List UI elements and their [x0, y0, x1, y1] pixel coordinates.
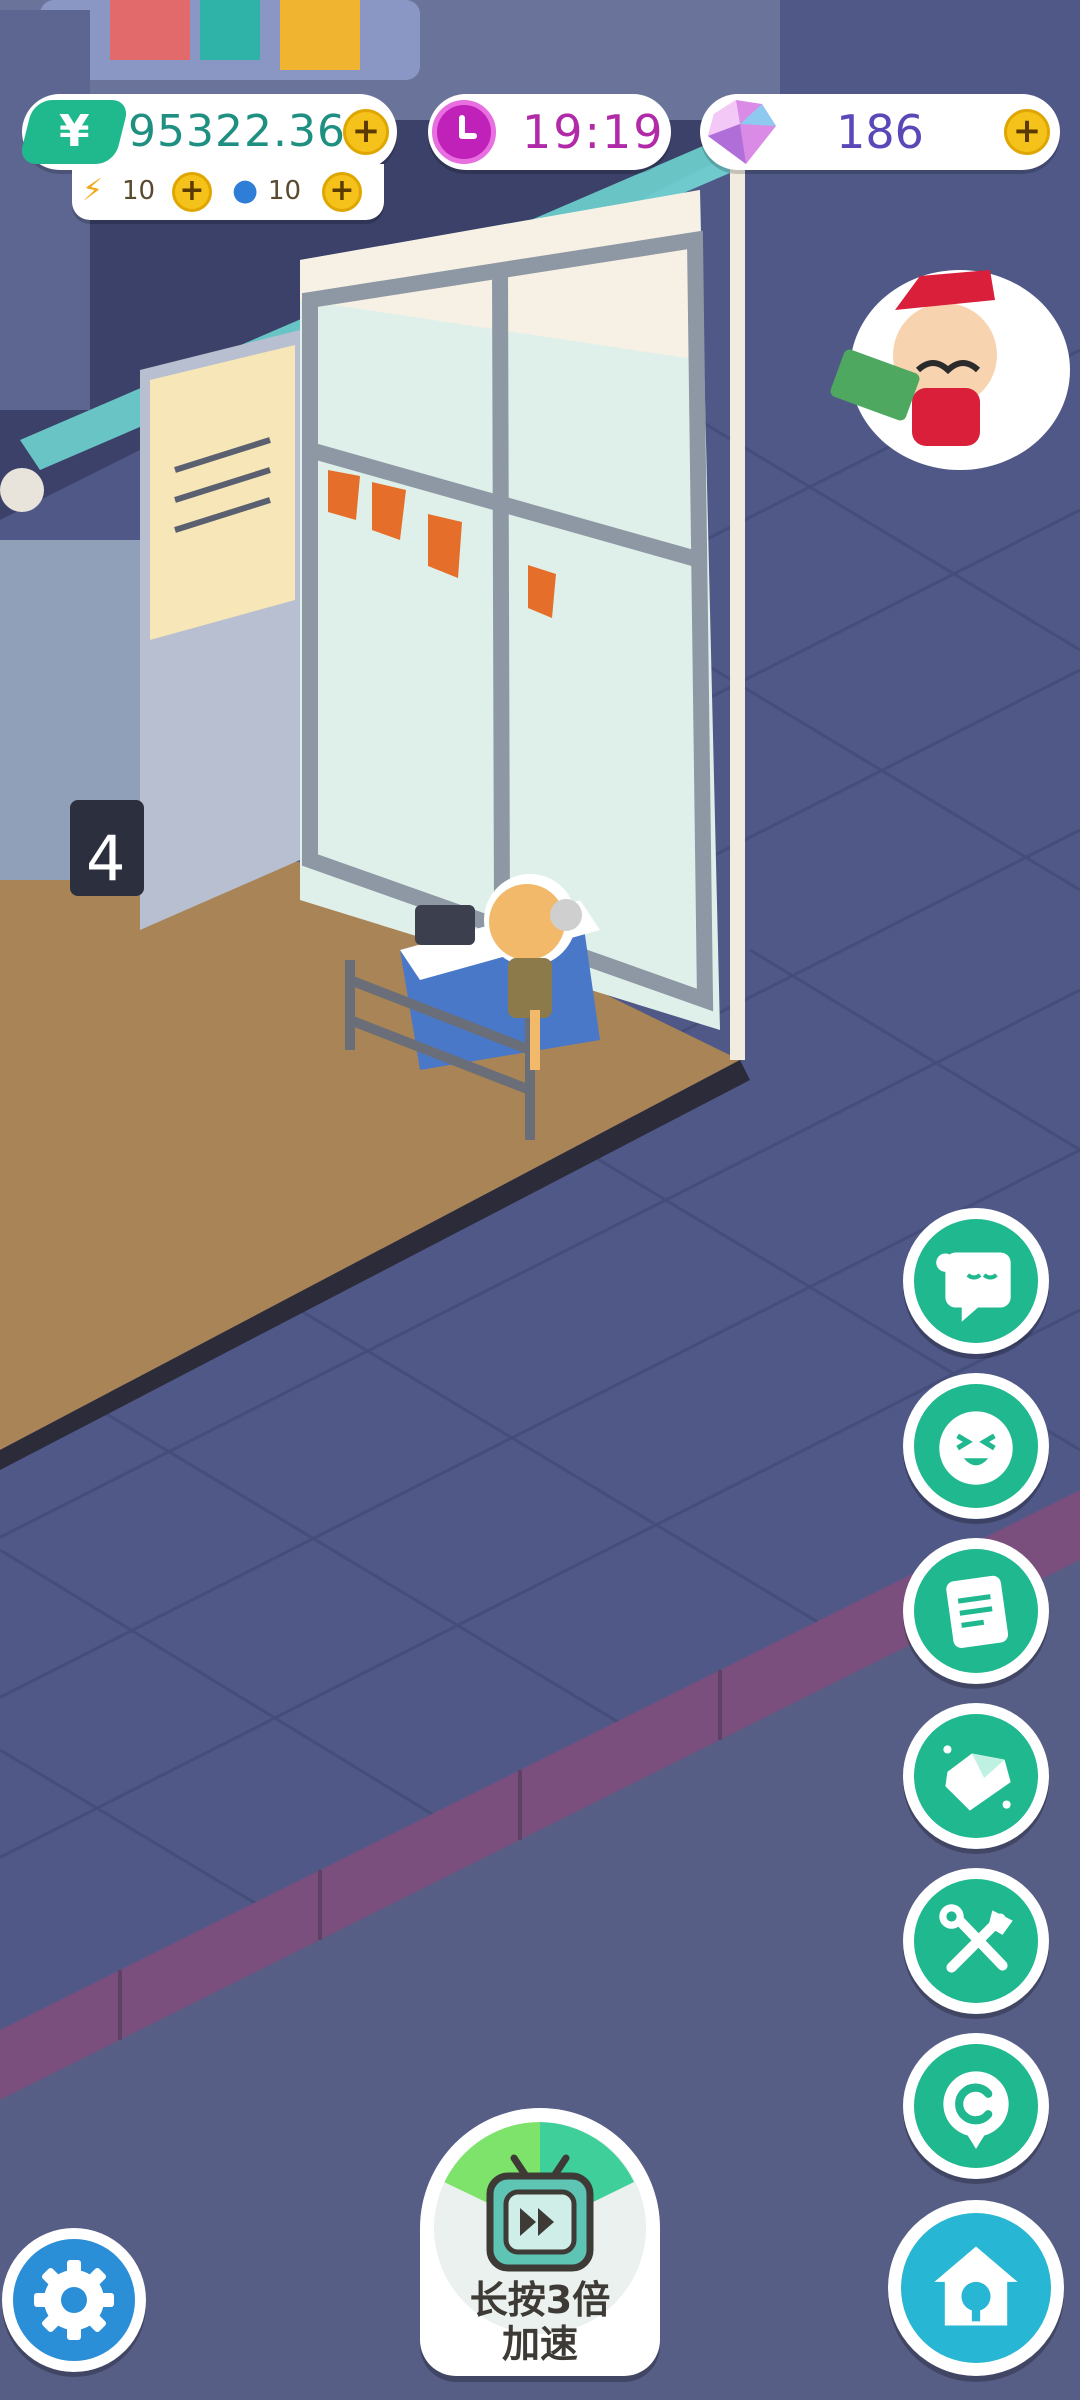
- add-gems-button[interactable]: +: [1004, 109, 1050, 155]
- gem-counter: 186 +: [700, 94, 1060, 170]
- water-drop-icon: ●: [232, 173, 259, 208]
- diamond-icon: [943, 1745, 1011, 1811]
- speed-label-line1: 长按3倍: [469, 2278, 611, 2322]
- water-value: 10: [268, 176, 302, 206]
- chat-ghost-icon: [936, 1252, 1011, 1322]
- clock-icon: [432, 100, 496, 164]
- game-scene[interactable]: 4: [0, 0, 1080, 2400]
- resources-bar: ⚡ 10 + ● 10 +: [72, 164, 384, 220]
- laughing-face-icon: [939, 1411, 1013, 1485]
- note-icon: [946, 1575, 1009, 1648]
- add-energy-button[interactable]: +: [172, 172, 212, 212]
- house-wrench-icon: [934, 2246, 1018, 2326]
- counter-number: 4: [86, 822, 125, 895]
- gear-icon: [34, 2260, 114, 2340]
- tv-fast-forward-icon: [486, 2154, 594, 2272]
- speed-up-label: 长按3倍 加速: [420, 2278, 660, 2366]
- money-counter: ¥ 95322.36 +: [18, 94, 397, 170]
- time-display: 19:19: [428, 94, 671, 170]
- energy-value: 10: [122, 176, 156, 206]
- notes-button[interactable]: [903, 1538, 1049, 1684]
- emoji-face-button[interactable]: [903, 1373, 1049, 1519]
- lightning-icon: ⚡: [82, 173, 104, 208]
- speed-up-button[interactable]: 长按3倍 加速: [420, 2108, 660, 2376]
- yuan-icon: ¥: [18, 100, 130, 164]
- tools-button[interactable]: [903, 1868, 1049, 2014]
- coin-button[interactable]: [903, 2033, 1049, 2179]
- money-value: 95322.36: [128, 106, 346, 157]
- add-money-button[interactable]: +: [343, 109, 389, 155]
- speed-label-line2: 加速: [501, 2322, 578, 2366]
- settings-button[interactable]: [2, 2228, 146, 2372]
- time-value: 19:19: [522, 105, 665, 159]
- home-button[interactable]: [888, 2200, 1064, 2376]
- add-water-button[interactable]: +: [322, 172, 362, 212]
- wrench-axe-icon: [939, 1904, 1013, 1973]
- gem-shop-button[interactable]: [903, 1703, 1049, 1849]
- chat-bubble-button[interactable]: [903, 1208, 1049, 1354]
- c-coin-icon: [943, 2071, 1009, 2149]
